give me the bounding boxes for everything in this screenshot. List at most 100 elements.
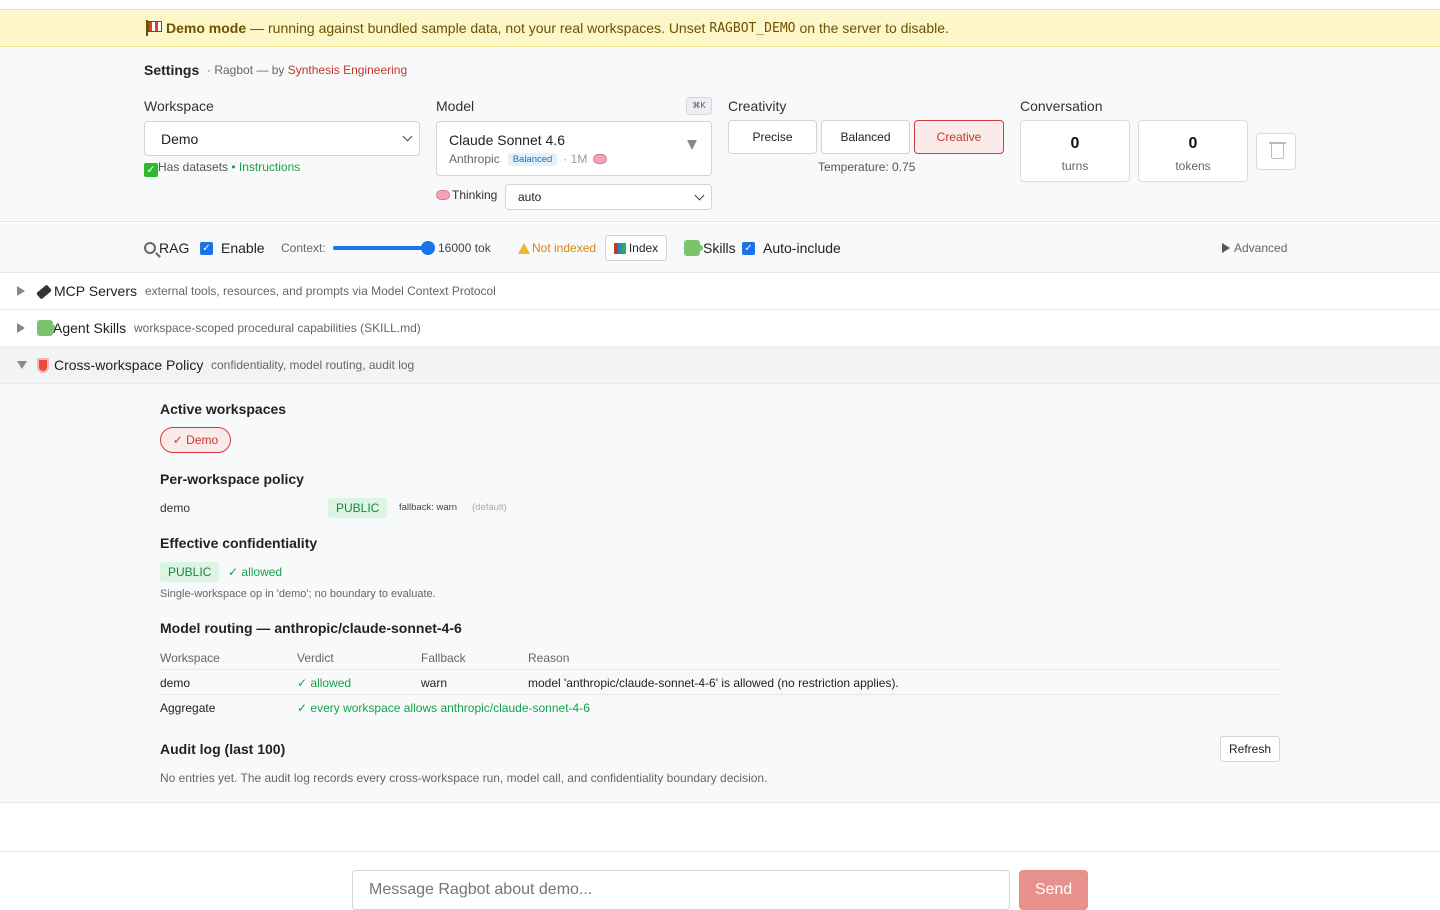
has-datasets-text: Has datasets	[158, 160, 229, 174]
context-label: Context:	[281, 241, 326, 255]
aggregate-row: Aggregate ✓ every workspace allows anthr…	[160, 695, 1280, 720]
index-button[interactable]: Index	[605, 235, 667, 261]
org-link[interactable]: Synthesis Engineering	[288, 63, 407, 77]
model-meta: Anthropic Balanced · 1M	[449, 152, 608, 166]
workspace-select[interactable]: Demo	[144, 121, 420, 156]
policy-panel: Active workspaces ✓ Demo Per-workspace p…	[0, 384, 1440, 803]
effective-note: Single-workspace op in 'demo'; no bounda…	[160, 588, 436, 600]
rag-enable-checkbox[interactable]: ✓	[200, 241, 213, 255]
section-title: Cross-workspace Policy	[54, 357, 204, 373]
banner-text: — running against bundled sample data, n…	[250, 20, 706, 36]
aggregate-label: Aggregate	[160, 701, 216, 715]
shield-icon	[37, 357, 49, 373]
check-icon: ✓	[144, 163, 158, 177]
turns-stat: 0 turns	[1020, 120, 1130, 182]
advanced-label: Advanced	[1234, 241, 1288, 255]
turns-value: 0	[1070, 135, 1080, 152]
model-context-size: · 1M	[563, 152, 588, 166]
puzzle-icon	[684, 240, 703, 256]
section-title: Agent Skills	[53, 320, 127, 336]
model-routing-title: Model routing — anthropic/claude-sonnet-…	[160, 620, 462, 636]
caret-down-icon	[17, 361, 27, 369]
effective-confidentiality-title: Effective confidentiality	[160, 535, 318, 551]
col-header: Workspace	[160, 651, 220, 665]
refresh-audit-button[interactable]: Refresh	[1220, 736, 1280, 762]
model-tier-badge: Balanced	[507, 152, 558, 166]
context-slider[interactable]	[333, 241, 435, 255]
active-workspaces-title: Active workspaces	[160, 401, 287, 417]
chevron-down-icon	[694, 190, 705, 201]
warning-icon	[518, 242, 530, 254]
model-name: Claude Sonnet 4.6	[449, 132, 565, 148]
send-button[interactable]: Send	[1019, 870, 1088, 910]
section-desc: external tools, resources, and prompts v…	[145, 284, 496, 298]
banner-text-end: on the server to disable.	[799, 20, 949, 36]
row-workspace: demo	[160, 676, 191, 690]
settings-title: Settings	[144, 62, 200, 78]
effective-level-badge: PUBLIC	[160, 562, 220, 582]
effective-allowed: ✓ allowed	[228, 565, 283, 579]
section-agent-skills[interactable]: Agent Skills workspace-scoped procedural…	[0, 310, 1440, 347]
context-value: 16000 tok	[438, 241, 491, 255]
row-reason: model 'anthropic/claude-sonnet-4-6' is a…	[528, 676, 899, 690]
thinking-label: Thinking	[436, 188, 497, 202]
model-select[interactable]: Claude Sonnet 4.6 Anthropic Balanced · 1…	[436, 121, 712, 176]
trash-icon-body	[1271, 144, 1284, 159]
brain-icon	[593, 154, 608, 164]
index-status-text: Not indexed	[532, 241, 597, 255]
section-title: MCP Servers	[54, 283, 137, 299]
section-mcp-servers[interactable]: MCP Servers external tools, resources, a…	[0, 273, 1440, 310]
auto-include[interactable]: ✓ Auto-include	[742, 223, 841, 273]
composer: Send	[0, 851, 1440, 910]
caret-right-icon	[17, 323, 25, 333]
workspace-status: ✓ Has datasets • Instructions	[144, 160, 300, 177]
conversation-label: Conversation	[1020, 98, 1103, 114]
instructions-link[interactable]: Instructions	[239, 160, 300, 174]
status-separator: •	[228, 160, 239, 174]
model-label: Model	[436, 98, 475, 114]
section-cross-workspace-policy[interactable]: Cross-workspace Policy confidentiality, …	[0, 347, 1440, 384]
brain-icon	[436, 190, 450, 200]
rag-enable-label: Enable	[221, 240, 265, 256]
per-ws-level-badge: PUBLIC	[328, 498, 388, 518]
creativity-balanced-button[interactable]: Balanced	[821, 120, 910, 154]
caret-right-icon	[1222, 243, 1230, 253]
creativity-precise-button[interactable]: Precise	[728, 120, 817, 154]
context-slider-thumb[interactable]	[421, 241, 435, 255]
advanced-toggle[interactable]: Advanced	[1222, 223, 1287, 273]
tokens-label: tokens	[1175, 159, 1211, 173]
col-header: Fallback	[421, 651, 466, 665]
books-icon	[613, 242, 626, 254]
model-provider: Anthropic	[449, 152, 500, 166]
thinking-text: Thinking	[452, 188, 498, 202]
skills-label: Skills	[684, 223, 736, 273]
index-button-label: Index	[628, 241, 659, 255]
rag-enable[interactable]: ✓ Enable	[200, 223, 265, 273]
puzzle-icon	[37, 320, 56, 336]
clear-conversation-button[interactable]	[1256, 133, 1296, 170]
message-input[interactable]	[352, 870, 1010, 910]
tokens-value: 0	[1188, 135, 1198, 152]
tokens-stat: 0 tokens	[1138, 120, 1248, 182]
auto-include-checkbox[interactable]: ✓	[742, 241, 755, 255]
flag-icon	[144, 20, 162, 36]
workspace-value: Demo	[161, 131, 199, 147]
plug-icon	[36, 284, 52, 300]
section-desc: confidentiality, model routing, audit lo…	[211, 358, 415, 372]
workspace-label: Workspace	[144, 98, 214, 114]
thinking-value: auto	[518, 190, 542, 204]
creativity-creative-button[interactable]: Creative	[914, 120, 1004, 154]
thinking-select[interactable]: auto	[505, 184, 712, 210]
subtitle-prefix: · Ragbot — by	[207, 63, 285, 77]
caret-right-icon	[17, 286, 25, 296]
rag-toolbar: RAG ✓ Enable Context: 16000 tok Not inde…	[0, 223, 1440, 273]
banner-env-var: RAGBOT_DEMO	[709, 20, 796, 36]
skills-label-text: Skills	[703, 240, 736, 256]
per-ws-default: (default)	[472, 502, 507, 513]
creativity-label: Creativity	[728, 98, 787, 114]
model-shortcut-hint: ⌘K	[686, 97, 712, 115]
active-workspace-pill[interactable]: ✓ Demo	[160, 427, 231, 453]
table-row: demo ✓ allowed warn model 'anthropic/cla…	[160, 670, 1280, 695]
demo-mode-banner: Demo mode — running against bundled samp…	[0, 9, 1440, 47]
per-workspace-policy-title: Per-workspace policy	[160, 471, 304, 487]
